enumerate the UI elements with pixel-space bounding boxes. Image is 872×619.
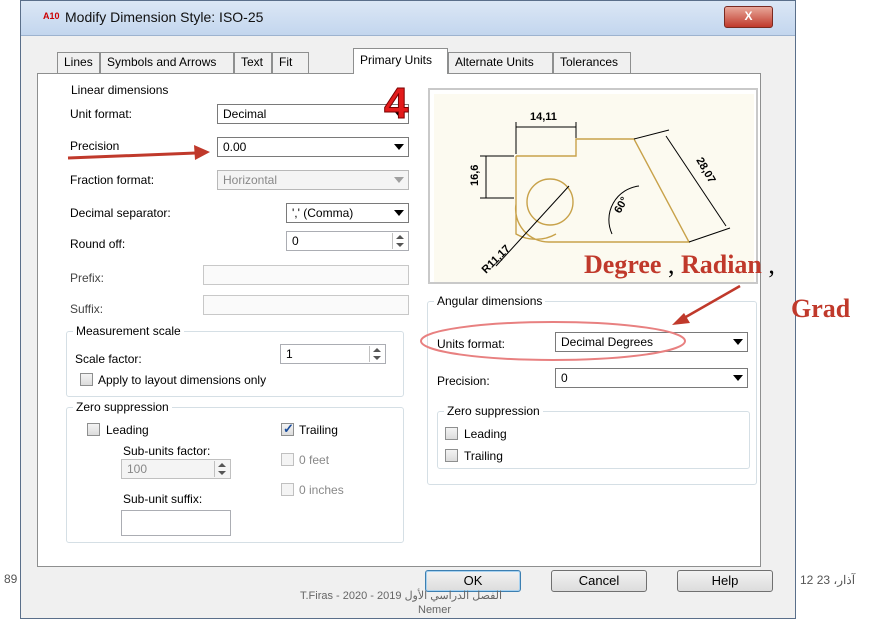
precision-arrow-line [67,151,197,160]
annotation-comma-2: , [761,250,775,279]
annotation-radian: Radian [680,250,762,279]
annotation-overlay [67,145,741,361]
degree-arrow-line [683,284,741,320]
annotation-degree: Degree [584,250,662,279]
angular-units-annotation: Degree , Radian , [584,250,775,280]
units-format-highlight [420,321,686,361]
annotation-grad: Grad [791,294,851,323]
annotation-comma-1: , [661,250,681,279]
tab-primary-units[interactable]: Primary Units [353,48,448,74]
precision-arrow-head [194,145,210,160]
